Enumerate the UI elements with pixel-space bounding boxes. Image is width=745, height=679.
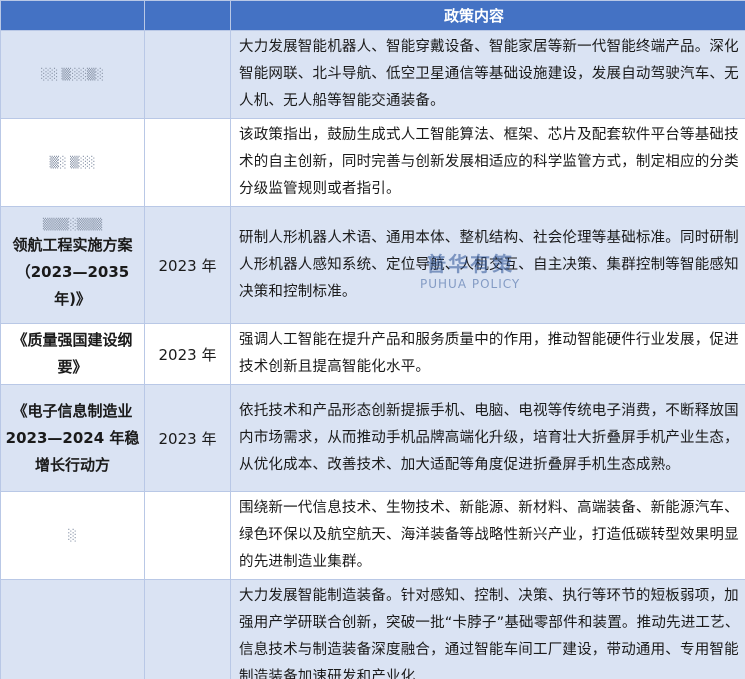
table-row: ▒▒▒░▒▒▒ 领航工程实施方案（2023—2035 年)》 2023 年研制人形机… xyxy=(0,206,745,324)
policy-name-cell: ▒░ ▒░░ xyxy=(0,118,145,207)
policy-year xyxy=(144,491,231,580)
table-row: ░ 围绕新一代信息技术、生物技术、新能源、新材料、高端装备、新能源汽车、绿色环保以… xyxy=(0,491,745,580)
policy-name-cell: ░ xyxy=(0,491,145,580)
policy-name-cell: ▒▒▒░▒▒▒ 领航工程实施方案（2023—2035 年)》 xyxy=(0,206,145,324)
table-body: ░░ ▒░░▒░ 大力发展智能机器人、智能穿戴设备、智能家居等新一代智能终端产品。… xyxy=(0,30,745,679)
policy-name-cell: 《质量强国建设纲要》 xyxy=(0,323,145,385)
policy-name-cell: 《电子信息制造业 2023—2024 年稳增长行动方 xyxy=(0,384,145,492)
policy-name-faint: ▒▒▒░▒▒▒ xyxy=(42,217,103,231)
policy-name-faint: ▒░ ▒░░ xyxy=(49,155,96,169)
policy-content: 依托技术和产品形态创新提振手机、电脑、电视等传统电子消费，不断释放国内市场需求，… xyxy=(230,384,745,492)
policy-name-faint: ░░ ▒░░▒░ xyxy=(41,67,104,81)
policy-name-faint: ░ xyxy=(68,528,77,542)
policy-table-page: 政策内容 ░░ ▒░░▒░ 大力发展智能机器人、智能穿戴设备、智能家居等新一代智能… xyxy=(0,0,745,679)
policy-content: 强调人工智能在提升产品和服务质量中的作用，推动智能硬件行业发展，促进技术创新且提… xyxy=(230,323,745,385)
policy-name-cell: ░░ ▒░░▒░ xyxy=(0,30,145,119)
policy-name: 《电子信息制造业 2023—2024 年稳增长行动方 xyxy=(5,401,140,474)
table-row: ▒░ ▒░░ 该政策指出，鼓励生成式人工智能算法、框架、芯片及配套软件平台等基础技… xyxy=(0,118,745,207)
policy-year: 2023 年 xyxy=(144,323,231,385)
policy-content: 围绕新一代信息技术、生物技术、新能源、新材料、高端装备、新能源汽车、绿色环保以及… xyxy=(230,491,745,580)
policy-content: 研制人形机器人术语、通用本体、整机结构、社会伦理等基础标准。同时研制人形机器人感… xyxy=(230,206,745,324)
table-row: 《质量强国建设纲要》 2023 年强调人工智能在提升产品和服务质量中的作用，推动智… xyxy=(0,323,745,385)
policy-name: 《质量强国建设纲要》 xyxy=(12,331,133,376)
policy-name: 领航工程实施方案（2023—2035 年)》 xyxy=(12,235,133,308)
policy-year xyxy=(144,579,231,679)
header-policy-name xyxy=(0,0,145,31)
policy-table: 政策内容 ░░ ▒░░▒░ 大力发展智能机器人、智能穿戴设备、智能家居等新一代智能… xyxy=(0,0,745,679)
header-policy-content: 政策内容 xyxy=(230,0,745,31)
table-row: ░░ ▒░░▒░ 大力发展智能机器人、智能穿戴设备、智能家居等新一代智能终端产品。… xyxy=(0,30,745,119)
policy-content: 大力发展智能制造装备。针对感知、控制、决策、执行等环节的短板弱项，加强用产学研联… xyxy=(230,579,745,679)
table-row: 大力发展智能制造装备。针对感知、控制、决策、执行等环节的短板弱项，加强用产学研联… xyxy=(0,579,745,679)
table-row: 《电子信息制造业 2023—2024 年稳增长行动方 2023 年依托技术和产品形… xyxy=(0,384,745,492)
policy-year xyxy=(144,30,231,119)
policy-year: 2023 年 xyxy=(144,206,231,324)
policy-content: 该政策指出，鼓励生成式人工智能算法、框架、芯片及配套软件平台等基础技术的自主创新… xyxy=(230,118,745,207)
header-year xyxy=(144,0,231,31)
policy-content: 大力发展智能机器人、智能穿戴设备、智能家居等新一代智能终端产品。深化智能网联、北… xyxy=(230,30,745,119)
policy-name-cell xyxy=(0,579,145,679)
policy-year: 2023 年 xyxy=(144,384,231,492)
table-header-row: 政策内容 xyxy=(0,0,745,31)
policy-year xyxy=(144,118,231,207)
